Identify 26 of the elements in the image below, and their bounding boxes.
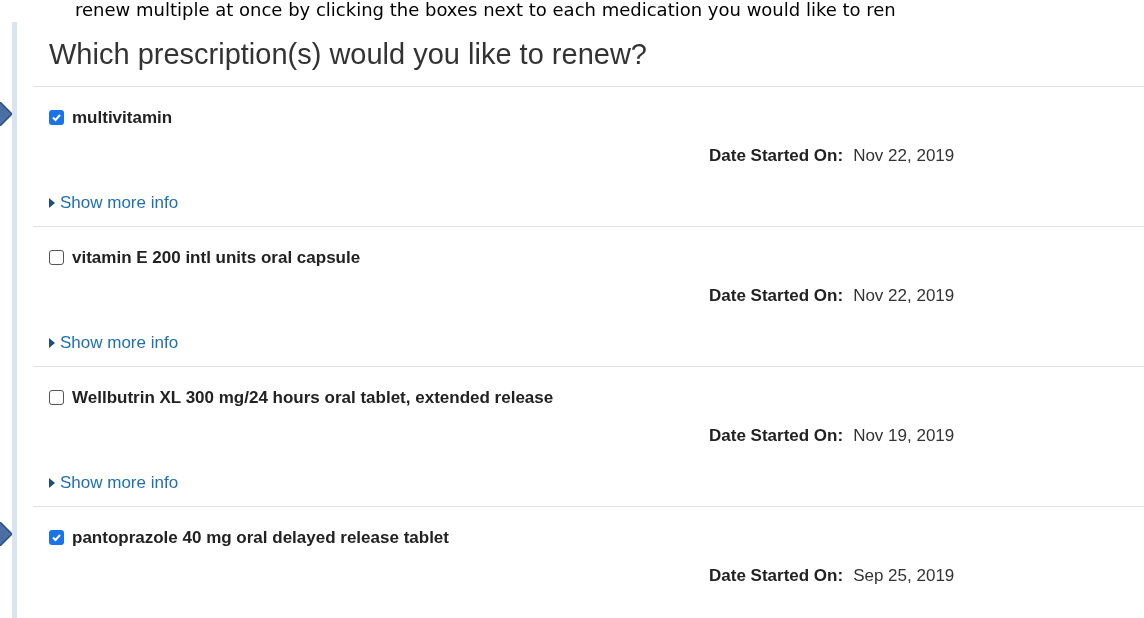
check-icon	[51, 112, 62, 124]
checkbox[interactable]	[49, 250, 64, 266]
checkbox[interactable]	[49, 530, 64, 546]
date-label: Date Started On:	[709, 284, 844, 307]
instruction-text: renew multiple at once by clicking the boxes next to each medication you would like to ren	[75, 0, 897, 20]
date-label: Date Started On:	[709, 424, 844, 447]
checkbox[interactable]	[49, 110, 64, 126]
show-more-link[interactable]: Show more info	[49, 330, 179, 356]
medication-name: pantoprazole 40 mg oral delayed release tablet	[72, 527, 449, 549]
medication-name: Wellbutrin XL 300 mg/24 hours oral tablet, extended release	[72, 387, 554, 409]
show-more-link[interactable]: Show more info	[49, 190, 179, 216]
medication-name: multivitamin	[72, 107, 173, 129]
medication-name: vitamin E 200 intl units oral capsule	[72, 247, 361, 269]
date-label: Date Started On:	[709, 564, 844, 587]
caret-icon	[49, 337, 55, 348]
date-value: Nov 19, 2019	[853, 424, 955, 447]
date-value: Nov 22, 2019	[853, 144, 955, 167]
date-value: Nov 22, 2019	[853, 284, 955, 307]
page-heading: Which prescription(s) would you like to renew?	[49, 37, 648, 72]
date-label: Date Started On:	[709, 144, 844, 167]
show-more-link[interactable]: Show more info	[49, 470, 179, 496]
caret-icon	[49, 477, 55, 488]
date-value: Sep 25, 2019	[853, 564, 955, 587]
checkbox[interactable]	[49, 390, 64, 406]
caret-icon	[49, 197, 55, 208]
check-icon	[51, 532, 62, 544]
